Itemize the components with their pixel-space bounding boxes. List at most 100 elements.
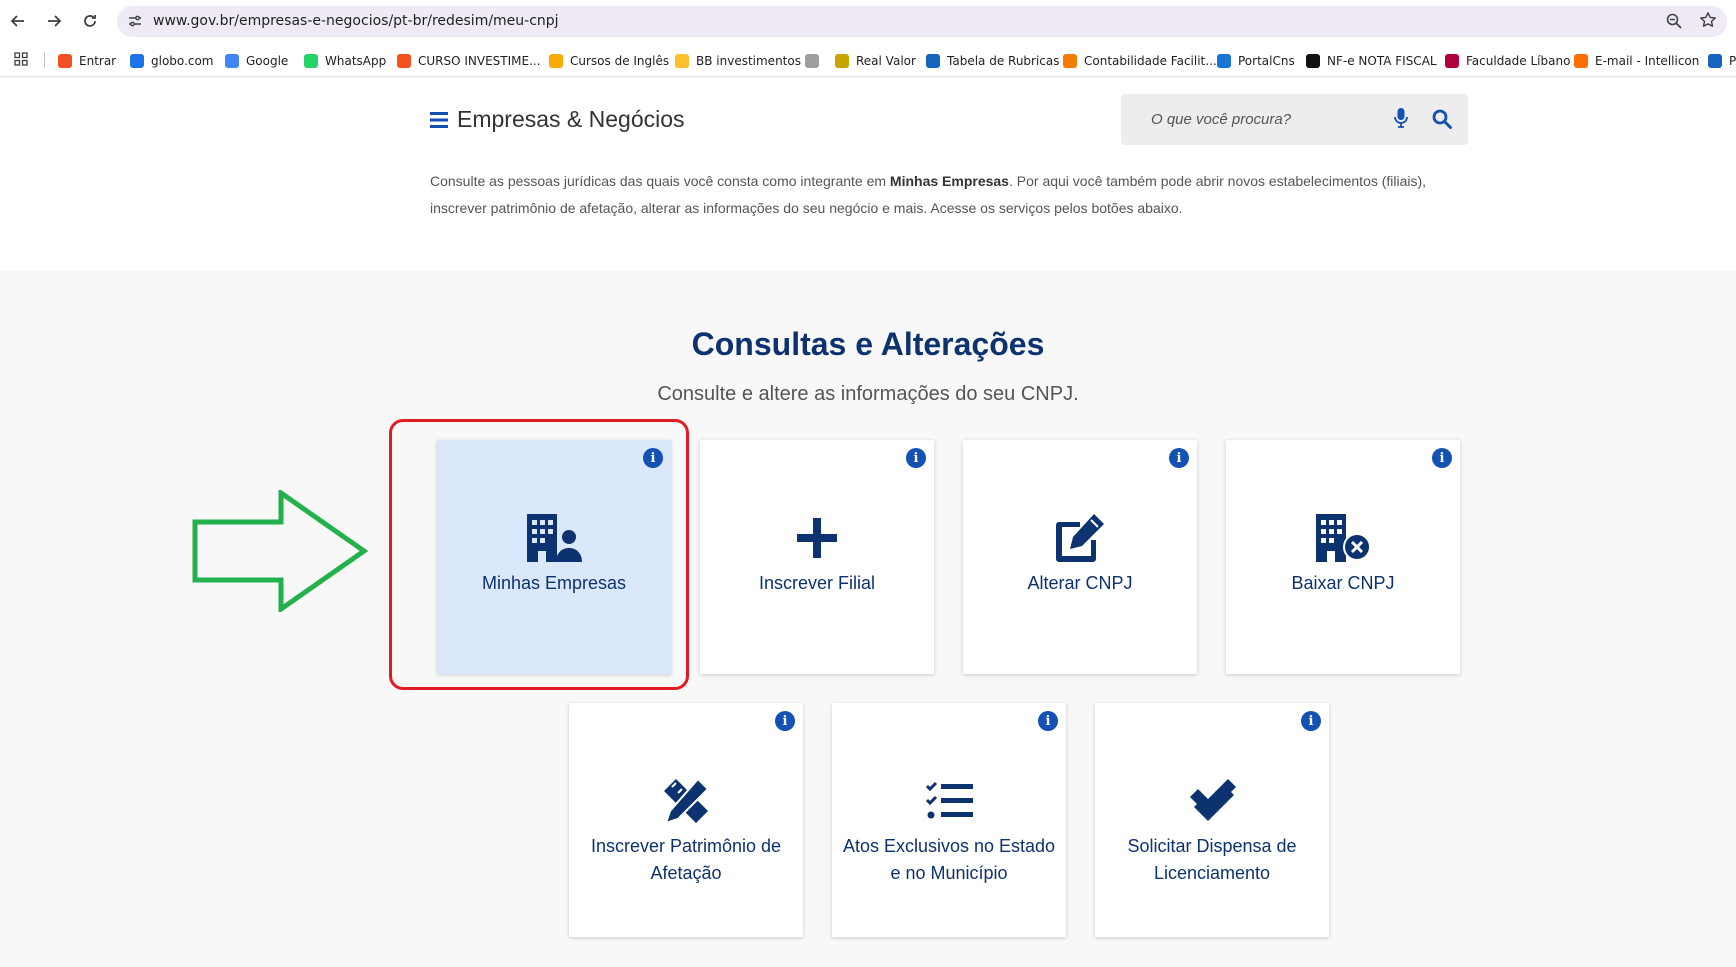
bookmark-favicon-icon	[1063, 54, 1077, 68]
checklist-icon	[832, 781, 1066, 821]
bookmark-item[interactable]: WhatsApp	[304, 52, 386, 70]
bookmark-favicon-icon	[58, 54, 72, 68]
bookmark-label: PortalCns	[1238, 54, 1295, 68]
bookmark-label: Cursos de Inglês	[570, 54, 670, 68]
bookmark-favicon-icon	[549, 54, 563, 68]
card-label: Atos Exclusivos no Estado e no Município	[842, 836, 1056, 883]
bookmark-item[interactable]: Entrar	[58, 52, 116, 70]
bookmark-label: Contabilidade Facilit...	[1084, 54, 1217, 68]
bookmark-favicon-icon	[304, 54, 318, 68]
card-baixar-cnpj[interactable]: i Baixar CNPJ	[1226, 440, 1460, 674]
edit-icon	[963, 514, 1197, 562]
search-icon[interactable]	[1432, 109, 1452, 134]
bookmark-favicon-icon	[1217, 54, 1231, 68]
search-input[interactable]	[1121, 94, 1381, 145]
bookmark-label: Real Valor	[856, 54, 916, 68]
microphone-icon[interactable]	[1394, 108, 1408, 133]
card-label: Solicitar Dispensa de Licenciamento	[1127, 836, 1297, 883]
building-x-icon	[1226, 514, 1460, 562]
info-icon[interactable]: i	[1169, 448, 1189, 468]
bookmark-label: NF-e NOTA FISCAL	[1327, 54, 1437, 68]
plus-icon	[700, 518, 934, 558]
bookmark-label: E-mail - Intellicon	[1595, 54, 1700, 68]
pencil-ruler-icon	[569, 777, 803, 825]
bookmark-favicon-icon	[1306, 54, 1320, 68]
intro-paragraph: Consulte as pessoas jurídicas das quais …	[430, 168, 1440, 222]
menu-icon[interactable]	[430, 112, 448, 133]
card-atos-exclusivos[interactable]: i Atos Exclusivos no Estado e no Municíp…	[832, 703, 1066, 937]
bookmarks-bar: Entrar globo.com Google WhatsApp CURSO INVES…	[0, 43, 1736, 77]
address-bar[interactable]: www.gov.br/empresas-e-negocios/pt-br/red…	[117, 6, 1727, 37]
bookmark-favicon-icon	[397, 54, 411, 68]
bookmark-favicon-icon	[1574, 54, 1588, 68]
bookmark-favicon-icon	[1445, 54, 1459, 68]
bookmark-item[interactable]: Cursos de Inglês	[549, 52, 669, 70]
info-icon[interactable]: i	[775, 711, 795, 731]
card-alterar-cnpj[interactable]: i Alterar CNPJ	[963, 440, 1197, 674]
bookmark-favicon-icon	[805, 54, 819, 68]
bookmark-favicon-icon	[926, 54, 940, 68]
card-label: Inscrever Patrimônio de Afetação	[590, 836, 782, 883]
bookmark-label: Po	[1729, 54, 1736, 68]
bookmark-favicon-icon	[835, 54, 849, 68]
card-label: Alterar CNPJ	[1027, 573, 1133, 593]
card-inscrever-filial[interactable]: i Inscrever Filial	[700, 440, 934, 674]
apps-grid-icon[interactable]	[14, 52, 28, 71]
bookmark-item[interactable]: Contabilidade Facilit...	[1063, 52, 1217, 70]
building-user-icon	[437, 514, 671, 562]
forward-arrow-icon[interactable]	[42, 9, 66, 33]
card-label: Minhas Empresas	[481, 573, 627, 593]
bookmark-item[interactable]: NF-e NOTA FISCAL	[1306, 52, 1437, 70]
bookmark-item[interactable]: BB investimentos	[675, 52, 801, 70]
info-icon[interactable]: i	[1038, 711, 1058, 731]
card-minhas-empresas[interactable]: i Minhas Empresas	[437, 440, 671, 674]
bookmark-item[interactable]	[805, 52, 826, 70]
bookmark-label: globo.com	[151, 54, 214, 68]
bookmark-star-icon[interactable]	[1699, 11, 1717, 34]
search-box	[1121, 94, 1468, 145]
site-settings-icon[interactable]	[127, 13, 143, 34]
browser-toolbar: www.gov.br/empresas-e-negocios/pt-br/red…	[0, 0, 1736, 43]
info-icon[interactable]: i	[1432, 448, 1452, 468]
bookmark-label: Entrar	[79, 54, 117, 68]
site-title[interactable]: Empresas & Negócios	[457, 106, 685, 133]
bookmark-item[interactable]: Real Valor	[835, 52, 916, 70]
card-solicitar-dispensa[interactable]: i Solicitar Dispensa de Licenciamento	[1095, 703, 1329, 937]
card-label: Baixar CNPJ	[1291, 573, 1395, 593]
bookmark-favicon-icon	[225, 54, 239, 68]
bookmark-favicon-icon	[675, 54, 689, 68]
bookmark-item[interactable]: E-mail - Intellicon	[1574, 52, 1699, 70]
reload-icon[interactable]	[78, 9, 102, 33]
site-header: Empresas & Negócios	[0, 78, 1736, 160]
card-label: Inscrever Filial	[758, 573, 876, 593]
info-icon[interactable]: i	[643, 448, 663, 468]
green-arrow-icon	[192, 488, 370, 617]
intro-bold-link: Minhas Empresas	[889, 173, 1009, 189]
bookmark-item[interactable]: Google	[225, 52, 288, 70]
url-text: www.gov.br/empresas-e-negocios/pt-br/red…	[153, 13, 559, 29]
bookmark-item[interactable]: Tabela de Rubricas	[926, 52, 1060, 70]
bookmark-label: Tabela de Rubricas	[947, 54, 1060, 68]
double-check-icon	[1095, 777, 1329, 825]
intro-text-before: Consulte as pessoas jurídicas das quais …	[430, 173, 890, 189]
bookmark-label: CURSO INVESTIME...	[418, 54, 541, 68]
bookmark-label: Google	[246, 54, 289, 68]
info-icon[interactable]: i	[906, 448, 926, 468]
info-icon[interactable]: i	[1301, 711, 1321, 731]
bookmark-item[interactable]: PortalCns	[1217, 52, 1295, 70]
bookmark-label: WhatsApp	[325, 54, 387, 68]
bookmark-item[interactable]: Faculdade Líbano	[1445, 52, 1570, 70]
zoom-icon[interactable]	[1665, 12, 1683, 35]
bookmark-label: BB investimentos	[696, 54, 801, 68]
bookmark-item[interactable]: globo.com	[130, 52, 213, 70]
bookmark-item[interactable]: Po	[1708, 52, 1736, 70]
section-title: Consultas e Alterações	[691, 326, 1045, 362]
card-inscrever-patrimonio[interactable]: i Inscrever Patrimônio de Afetação	[569, 703, 803, 937]
bookmark-favicon-icon	[1708, 54, 1722, 68]
intro-section: Consulte as pessoas jurídicas das quais …	[0, 160, 1736, 270]
bookmark-item[interactable]: CURSO INVESTIME...	[397, 52, 541, 70]
bookmarks-divider	[44, 52, 45, 68]
back-arrow-icon[interactable]	[6, 9, 30, 33]
bookmark-favicon-icon	[130, 54, 144, 68]
bookmark-label: Faculdade Líbano	[1466, 54, 1571, 68]
